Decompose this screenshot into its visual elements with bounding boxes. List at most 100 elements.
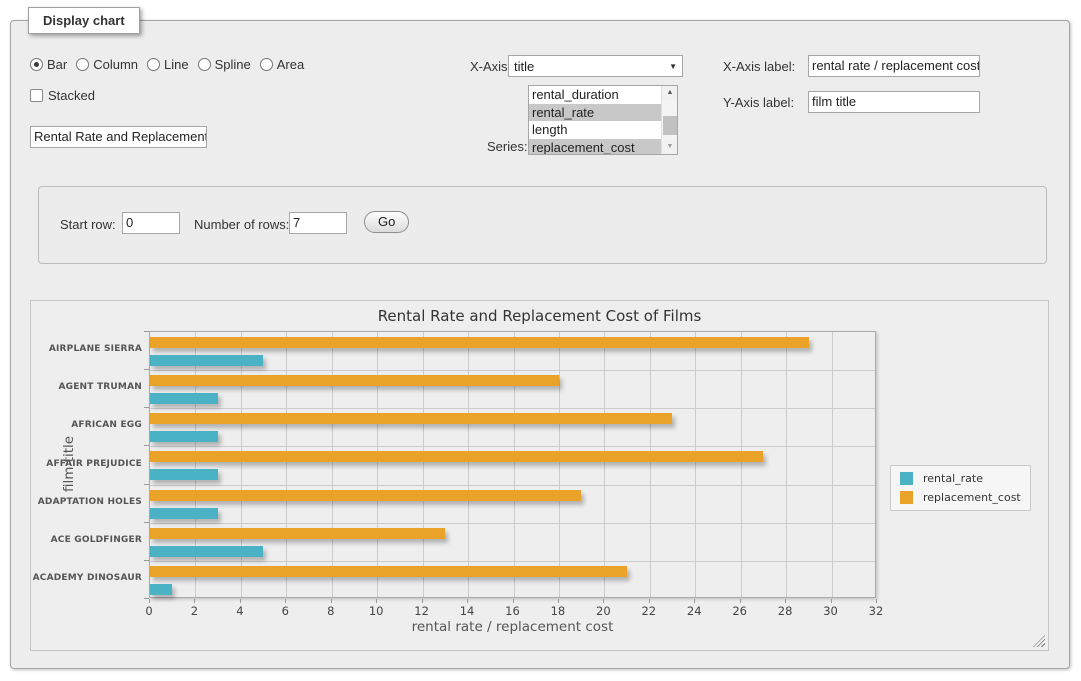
gridline [468,332,469,597]
legend-swatch-icon [900,472,913,485]
gridline [786,332,787,597]
fieldset-legend-title: Display chart [28,7,140,34]
resize-grip-icon[interactable] [1033,635,1045,647]
y-tick-mark [144,598,149,599]
x-axis-select[interactable]: title ▼ [508,55,683,77]
y-tick-mark [144,369,149,370]
radio-icon[interactable] [30,58,43,71]
bar-replacement_cost [150,337,809,348]
x-axis-label-input[interactable]: rental rate / replacement cost [808,55,980,77]
legend-label: rental_rate [923,472,983,485]
chart-type-option-label: Area [277,57,304,72]
x-tick-label: 4 [225,604,255,618]
gridline [514,332,515,597]
listbox-scrollbar[interactable]: ▲ ▼ [661,86,677,154]
chart-title: Rental Rate and Replacement Cost of Film… [31,307,1048,325]
category-label: ACE GOLDFINGER [31,535,142,545]
series-option-length[interactable]: length [529,121,677,139]
x-tick-mark [694,599,695,603]
x-tick-mark [467,599,468,603]
chart-container: Rental Rate and Replacement Cost of Film… [30,300,1049,651]
gridline [241,332,242,597]
radio-icon[interactable] [260,58,273,71]
chart-plot-area [149,331,876,598]
x-tick-mark [876,599,877,603]
x-axis-label-field-label: X-Axis label: [723,59,795,74]
bar-rental_rate [150,393,218,404]
scrollbar-thumb[interactable] [663,116,677,135]
stacked-checkbox[interactable] [30,89,43,102]
radio-icon[interactable] [147,58,160,71]
chart-type-radio-group: Bar Column Line Spline Area [30,57,304,72]
gridline [832,332,833,597]
gridline [150,523,875,524]
number-of-rows-label: Number of rows: [194,217,289,232]
gridline [604,332,605,597]
chart-type-option-column[interactable]: Column [76,57,138,72]
bar-replacement_cost [150,451,763,462]
legend-item: rental_rate [900,472,1021,485]
number-of-rows-input[interactable]: 7 [289,212,347,234]
y-tick-mark [144,484,149,485]
start-row-input[interactable]: 0 [122,212,180,234]
category-label: AFRICAN EGG [31,420,142,430]
chart-type-option-label: Spline [215,57,251,72]
category-label: AFFAIR PREJUDICE [31,459,142,469]
stacked-checkbox-row[interactable]: Stacked [30,88,95,103]
bar-rental_rate [150,431,218,442]
x-axis-title: rental rate / replacement cost [149,619,876,635]
y-tick-mark [144,407,149,408]
x-tick-mark [649,599,650,603]
y-tick-mark [144,560,149,561]
category-label: AGENT TRUMAN [31,382,142,392]
x-tick-label: 20 [588,604,618,618]
chart-type-option-line[interactable]: Line [147,57,189,72]
x-tick-label: 0 [134,604,164,618]
radio-icon[interactable] [198,58,211,71]
x-tick-label: 6 [270,604,300,618]
bar-rental_rate [150,508,218,519]
scroll-up-icon[interactable]: ▲ [662,86,678,100]
bar-replacement_cost [150,528,445,539]
x-tick-label: 28 [770,604,800,618]
go-button[interactable]: Go [364,211,409,233]
x-tick-label: 2 [179,604,209,618]
x-tick-mark [513,599,514,603]
gridline [150,446,875,447]
scroll-down-icon[interactable]: ▼ [662,140,678,154]
gridline [150,485,875,486]
series-option-rental_duration[interactable]: rental_duration [529,86,677,104]
x-tick-mark [331,599,332,603]
x-tick-label: 10 [361,604,391,618]
x-tick-mark [376,599,377,603]
x-tick-label: 26 [725,604,755,618]
category-label: ADAPTATION HOLES [31,497,142,507]
legend-label: replacement_cost [923,491,1021,504]
gridline [286,332,287,597]
x-tick-label: 32 [861,604,891,618]
series-option-rental_rate[interactable]: rental_rate [529,104,677,122]
bar-rental_rate [150,469,218,480]
series-options: rental_durationrental_ratelengthreplacem… [529,86,677,155]
series-option-replacement_cost[interactable]: replacement_cost [529,139,677,156]
legend-item: replacement_cost [900,491,1021,504]
gridline [150,370,875,371]
category-label: ACADEMY DINOSAUR [31,573,142,583]
chart-type-option-spline[interactable]: Spline [198,57,251,72]
chart-title-input[interactable]: Rental Rate and Replacement Cost of Film… [30,126,207,148]
series-listbox[interactable]: rental_durationrental_ratelengthreplacem… [528,85,678,155]
y-axis-label-input[interactable]: film title [808,91,980,113]
gridline [195,332,196,597]
x-tick-mark [603,599,604,603]
legend-swatch-icon [900,491,913,504]
chart-type-option-bar[interactable]: Bar [30,57,67,72]
y-tick-mark [144,331,149,332]
chevron-down-icon: ▼ [669,62,677,71]
bar-replacement_cost [150,375,559,386]
radio-icon[interactable] [76,58,89,71]
x-tick-label: 30 [816,604,846,618]
chart-type-option-area[interactable]: Area [260,57,304,72]
gridline [150,408,875,409]
y-tick-mark [144,445,149,446]
y-axis-label-field-label: Y-Axis label: [723,95,794,110]
